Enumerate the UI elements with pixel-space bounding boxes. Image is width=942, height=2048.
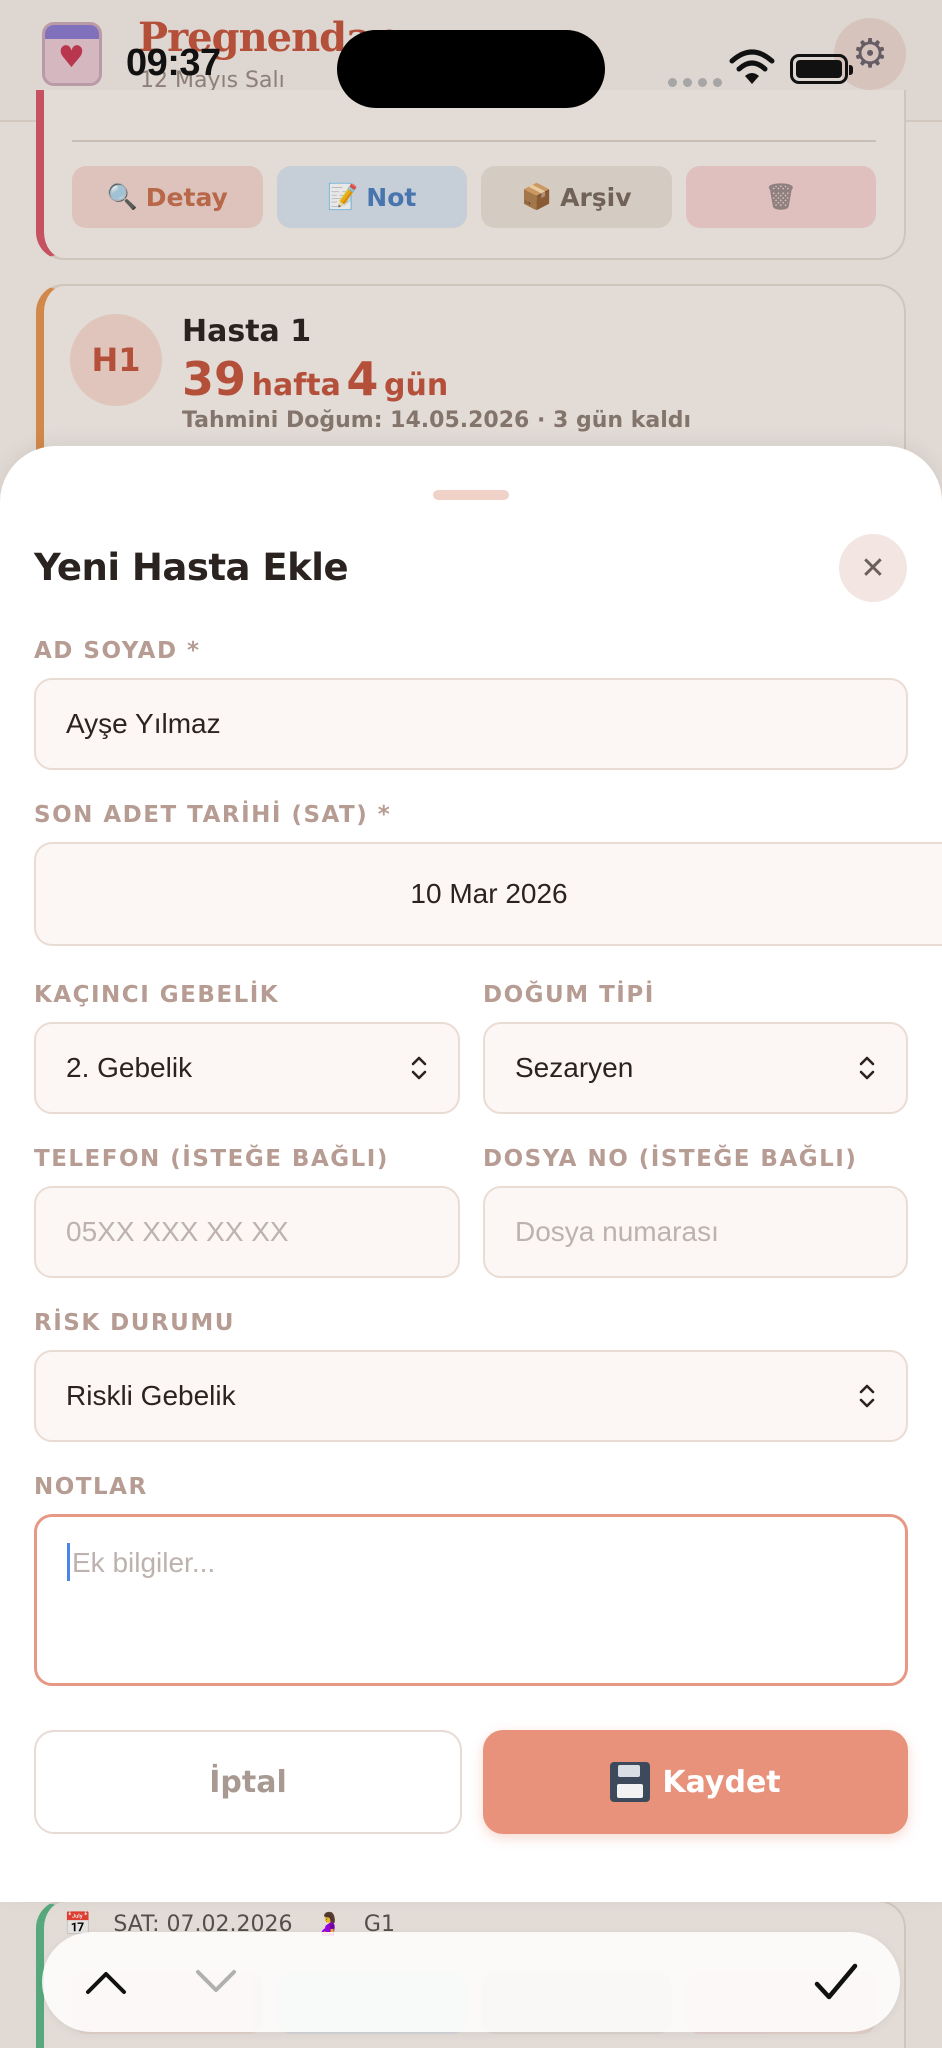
checkmark-icon bbox=[814, 1963, 858, 2000]
lmp-label: SON ADET TARİHİ (SAT) * bbox=[34, 802, 392, 828]
chevron-up-down-icon bbox=[859, 1056, 875, 1080]
name-label: AD SOYAD * bbox=[34, 638, 201, 664]
notes-textarea[interactable]: Ek bilgiler... bbox=[34, 1514, 908, 1686]
chevron-up-icon bbox=[86, 1972, 126, 1994]
delivery-type-value: Sezaryen bbox=[515, 1052, 634, 1083]
close-button[interactable]: ✕ bbox=[839, 534, 907, 602]
wifi-icon bbox=[729, 49, 775, 84]
pregnancy-number-select[interactable]: 2. Gebelik bbox=[34, 1022, 460, 1114]
pregnancy-number-label: KAÇINCI GEBELİK bbox=[34, 982, 280, 1008]
risk-label: RİSK DURUMU bbox=[34, 1310, 235, 1336]
notes-label: NOTLAR bbox=[34, 1474, 148, 1500]
floppy-disk-icon bbox=[610, 1762, 651, 1802]
sheet-grabber[interactable] bbox=[433, 490, 509, 500]
status-time: 09:37 bbox=[126, 42, 221, 84]
dynamic-island bbox=[337, 30, 605, 108]
delivery-type-label: DOĞUM TİPİ bbox=[483, 982, 655, 1008]
name-input[interactable]: Ayşe Yılmaz bbox=[34, 678, 908, 770]
keyboard-accessory-bar bbox=[42, 1932, 900, 2032]
risk-value: Riskli Gebelik bbox=[66, 1380, 236, 1411]
pregnancy-number-value: 2. Gebelik bbox=[66, 1052, 193, 1083]
chevron-down-icon bbox=[196, 1970, 236, 1992]
notes-placeholder: Ek bilgiler... bbox=[72, 1547, 216, 1578]
battery-icon bbox=[790, 54, 853, 84]
file-number-input[interactable]: Dosya numarası bbox=[483, 1186, 908, 1278]
save-button[interactable]: Kaydet bbox=[483, 1730, 908, 1834]
chevron-up-down-icon bbox=[859, 1384, 875, 1408]
phone-label: TELEFON (İSTEĞE BAĞLI) bbox=[34, 1146, 389, 1172]
save-label: Kaydet bbox=[662, 1764, 781, 1800]
cancel-button[interactable]: İptal bbox=[34, 1730, 462, 1834]
previous-field-button[interactable] bbox=[56, 1932, 156, 2032]
sheet-title: Yeni Hasta Ekle bbox=[34, 546, 349, 589]
cellular-icon bbox=[668, 78, 722, 87]
phone-input[interactable]: 05XX XXX XX XX bbox=[34, 1186, 460, 1278]
delivery-type-select[interactable]: Sezaryen bbox=[483, 1022, 908, 1114]
chevron-up-down-icon bbox=[411, 1056, 427, 1080]
risk-select[interactable]: Riskli Gebelik bbox=[34, 1350, 908, 1442]
lmp-date-picker[interactable]: 10 Mar 2026 bbox=[34, 842, 942, 946]
file-number-label: DOSYA NO (İSTEĞE BAĞLI) bbox=[483, 1146, 858, 1172]
text-cursor bbox=[67, 1543, 70, 1581]
next-field-button[interactable] bbox=[166, 1932, 266, 2032]
new-patient-sheet: Yeni Hasta Ekle ✕ AD SOYAD * Ayşe Yılmaz… bbox=[0, 446, 942, 1902]
close-icon: ✕ bbox=[860, 550, 886, 586]
done-button[interactable] bbox=[786, 1932, 886, 2032]
